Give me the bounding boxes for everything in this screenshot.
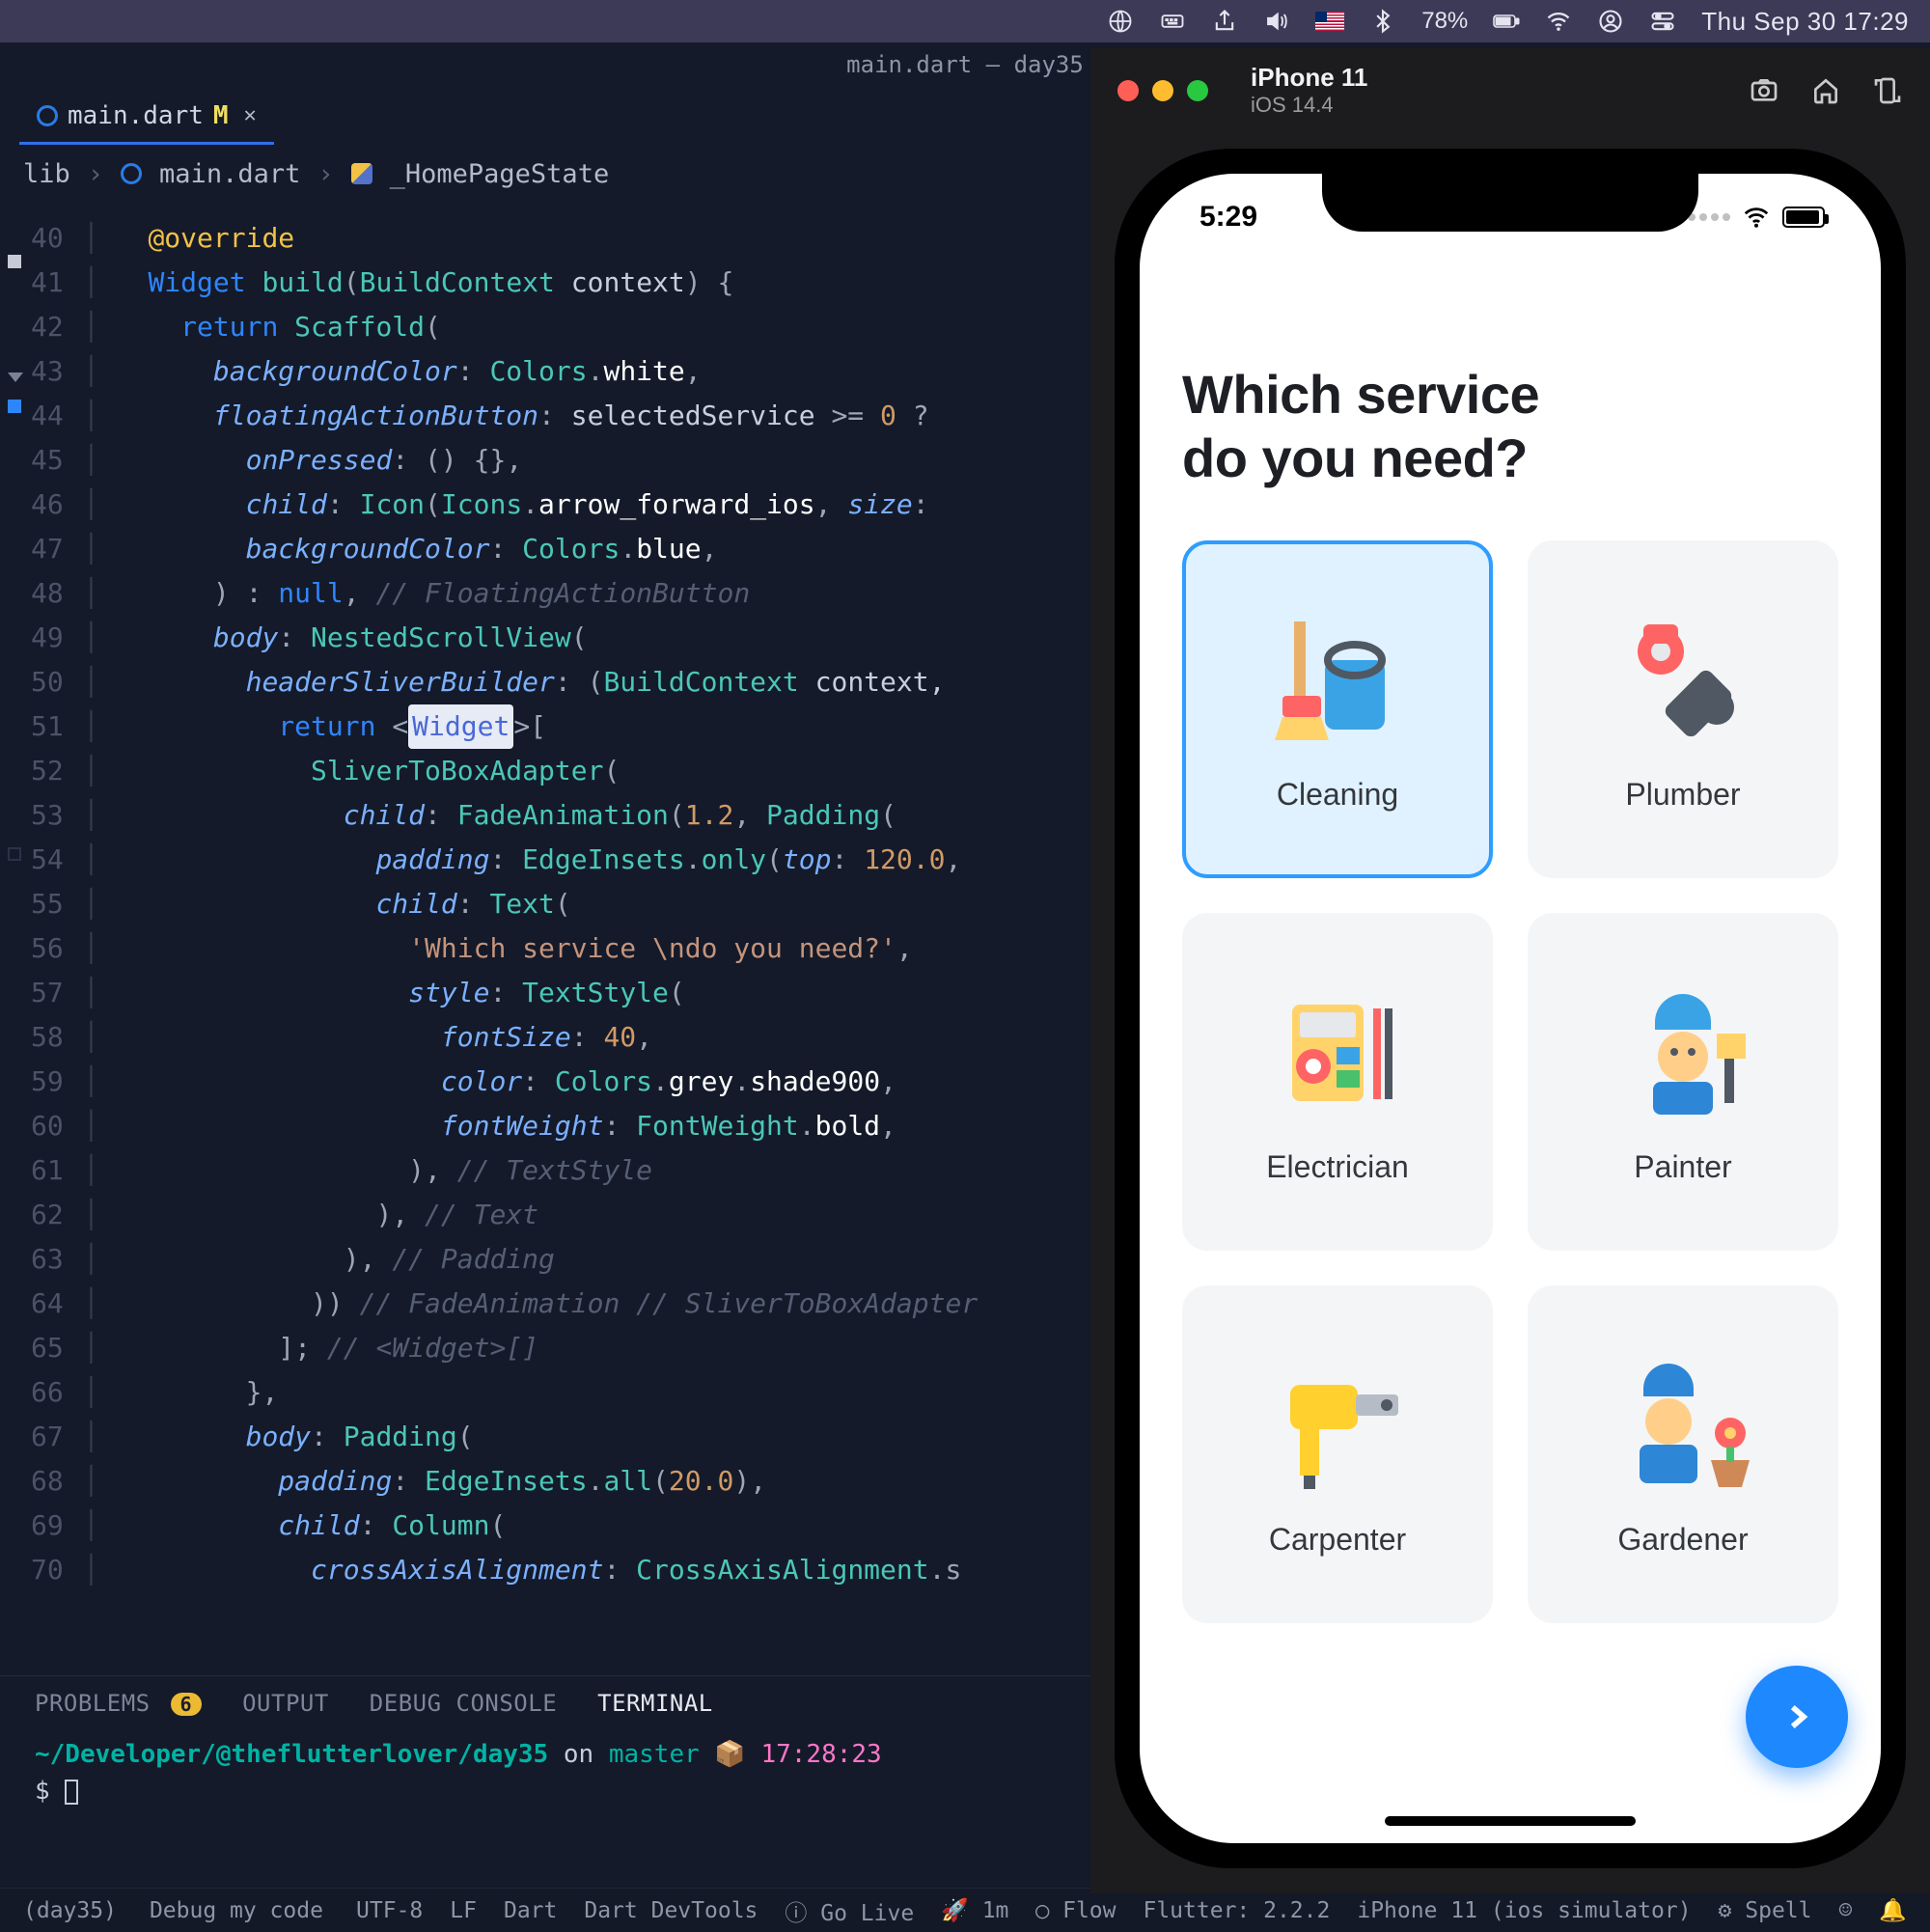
tab-close-icon[interactable]: ✕ [244,103,257,127]
ios-time: 5:29 [1199,201,1257,234]
wifi-icon[interactable] [1545,8,1572,35]
service-label: Carpenter [1269,1522,1406,1558]
window-minimize-button[interactable] [1152,80,1173,101]
electrician-icon [1265,980,1410,1124]
battery-percent: 78% [1421,8,1468,35]
share-icon[interactable] [1211,8,1238,35]
cleaning-icon [1265,607,1410,752]
rotate-icon[interactable] [1872,75,1903,106]
battery-icon[interactable] [1493,8,1520,35]
status-debug[interactable]: Debug my code [150,1898,323,1923]
service-card-electrician[interactable]: Electrician [1182,913,1493,1251]
status-encoding[interactable]: UTF-8 [356,1898,423,1923]
status-project[interactable]: (day35) [23,1898,117,1923]
globe-icon[interactable] [1107,8,1134,35]
wifi-icon [1742,203,1771,232]
simulator-titlebar: iPhone 11 iOS 14.4 [1090,48,1930,133]
simulator-device-name: iPhone 11 [1251,64,1367,93]
status-eol[interactable]: LF [450,1898,477,1923]
service-label: Painter [1634,1149,1731,1185]
status-spell[interactable]: ⚙ Spell [1719,1898,1812,1923]
panel-tab-output[interactable]: OUTPUT [242,1690,329,1717]
fab-next-button[interactable] [1746,1666,1848,1768]
flag-us-icon[interactable] [1315,12,1344,31]
traffic-lights [1117,80,1208,101]
status-device[interactable]: iPhone 11 (ios simulator) [1357,1898,1691,1923]
phone-screen: 5:29 Which servicedo you need? Cleaning … [1140,174,1881,1843]
service-label: Gardener [1617,1522,1748,1558]
status-flow[interactable]: ◯ Flow [1035,1898,1116,1923]
service-card-cleaning[interactable]: Cleaning [1182,540,1493,878]
problems-count-badge: 6 [171,1693,203,1716]
phone-notch [1322,174,1698,232]
user-icon[interactable] [1597,8,1624,35]
dart-file-icon [37,105,58,126]
status-flutter[interactable]: Flutter: 2.2.2 [1143,1898,1330,1923]
service-card-plumber[interactable]: Plumber [1528,540,1838,878]
crumb-file[interactable]: main.dart [159,159,300,189]
tab-main-dart[interactable]: main.dart M ✕ [19,89,274,145]
status-devtools[interactable]: Dart DevTools [584,1898,758,1923]
home-indicator[interactable] [1385,1816,1636,1826]
status-golive[interactable]: ⓘ Go Live [785,1894,914,1927]
tab-modified-badge: M [213,101,229,130]
bluetooth-icon[interactable] [1369,8,1396,35]
window-zoom-button[interactable] [1187,80,1208,101]
service-card-painter[interactable]: Painter [1528,913,1838,1251]
status-feedback-icon[interactable]: ☺ [1839,1898,1853,1923]
carpenter-icon [1265,1352,1410,1497]
status-bar: (day35) Debug my code UTF-8 LF Dart Dart… [0,1888,1930,1932]
gardener-icon [1611,1352,1755,1497]
menubar-clock[interactable]: Thu Sep 30 17:29 [1701,7,1909,37]
status-lang[interactable]: Dart [504,1898,557,1923]
crumb-symbol[interactable]: _HomePageState [390,159,610,189]
plumber-icon [1611,607,1755,752]
dart-file-icon [121,163,142,184]
service-card-carpenter[interactable]: Carpenter [1182,1285,1493,1623]
screenshot-icon[interactable] [1749,75,1779,106]
arrow-forward-icon [1780,1700,1813,1733]
cellular-dots-icon [1688,213,1730,221]
panel-tab-terminal[interactable]: TERMINAL [597,1690,713,1717]
keyboard-icon[interactable] [1159,8,1186,35]
battery-icon [1782,207,1825,228]
symbol-class-icon [351,163,372,184]
painter-icon [1611,980,1755,1124]
status-bell-icon[interactable]: 🔔 [1879,1897,1907,1923]
crumb-folder[interactable]: lib [23,159,70,189]
service-grid: Cleaning Plumber Electrician Painter Car… [1140,540,1881,1623]
service-label: Plumber [1625,777,1740,813]
volume-icon[interactable] [1263,8,1290,35]
status-time[interactable]: 🚀 1m [941,1897,1008,1923]
service-label: Electrician [1266,1149,1409,1185]
window-close-button[interactable] [1117,80,1139,101]
simulator-os-version: iOS 14.4 [1251,93,1367,118]
tab-filename: main.dart [68,101,204,130]
home-icon[interactable] [1810,75,1841,106]
panel-tab-debug-console[interactable]: DEBUG CONSOLE [370,1690,557,1717]
service-label: Cleaning [1277,777,1398,813]
simulator-window: iPhone 11 iOS 14.4 5:29 Which servicedo … [1090,48,1930,1893]
panel-tab-problems[interactable]: PROBLEMS 6 [35,1690,202,1717]
phone-bezel: 5:29 Which servicedo you need? Cleaning … [1115,149,1906,1868]
control-center-icon[interactable] [1649,8,1676,35]
service-card-gardener[interactable]: Gardener [1528,1285,1838,1623]
mac-menubar: 78% Thu Sep 30 17:29 [0,0,1930,42]
